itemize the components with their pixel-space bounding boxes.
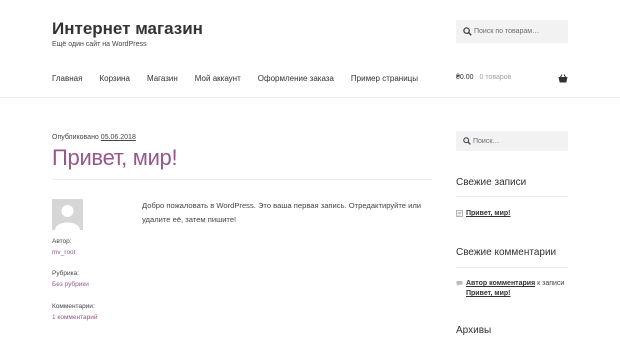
cart-count: 0 товаров	[479, 74, 512, 81]
document-icon	[456, 210, 463, 217]
comments-label: Комментарии:	[52, 303, 95, 310]
comment-post-link[interactable]: Привет, мир!	[466, 290, 511, 297]
post-date-link[interactable]: 05.06.2018	[101, 134, 136, 141]
nav-item-checkout[interactable]: Оформление заказа	[258, 74, 334, 83]
nav-item-my-account[interactable]: Мой аккаунт	[195, 74, 241, 83]
avatar-placeholder-icon	[52, 199, 83, 230]
author-label: Автор:	[52, 238, 72, 245]
recent-comments-title: Свежие комментарии	[456, 247, 557, 258]
header-product-search[interactable]	[456, 20, 568, 43]
author-avatar	[52, 199, 83, 230]
post-content: Добро пожаловать в WordPress. Это ваша п…	[142, 201, 422, 224]
category-label: Рубрика:	[52, 270, 80, 277]
main-navigation: Главная Корзина Магазин Мой аккаунт Офор…	[52, 74, 435, 83]
widget-divider	[456, 196, 568, 197]
site-description: Ещё один сайт на WordPress	[52, 41, 147, 48]
post-divider	[52, 179, 432, 180]
comment-author-link[interactable]: Автор комментария	[466, 280, 535, 287]
site-title[interactable]: Интернет магазин	[52, 19, 203, 39]
product-search-input[interactable]	[474, 20, 566, 43]
nav-item-shop[interactable]: Магазин	[147, 74, 178, 83]
recent-post-link[interactable]: Привет, мир!	[466, 210, 511, 217]
sidebar-search[interactable]	[456, 131, 568, 151]
comments-link[interactable]: 1 комментарий	[52, 314, 98, 321]
category-link[interactable]: Без рубрики	[52, 281, 89, 288]
nav-item-home[interactable]: Главная	[52, 74, 82, 83]
archives-title: Архивы	[456, 325, 492, 336]
recent-post-item: Привет, мир!	[456, 209, 568, 219]
search-icon	[463, 27, 472, 36]
comment-connector: к записи	[537, 280, 565, 287]
nav-item-cart[interactable]: Корзина	[99, 74, 129, 83]
recent-comment-item: Автор комментария к записи Привет, мир!	[456, 279, 568, 299]
cart-amount: ₴0.00	[456, 74, 474, 81]
header-cart[interactable]: ₴0.00 0 товаров	[456, 74, 568, 84]
search-icon	[463, 137, 471, 145]
comment-icon	[456, 281, 463, 287]
nav-item-sample-page[interactable]: Пример страницы	[351, 74, 418, 83]
header-divider	[0, 97, 620, 98]
post-date-prefix: Опубликовано	[52, 134, 99, 141]
recent-posts-title: Свежие записи	[456, 177, 527, 188]
basket-icon	[558, 74, 568, 83]
post-title[interactable]: Привет, мир!	[52, 145, 178, 171]
post-date: Опубликовано 05.06.2018	[52, 134, 136, 141]
author-link[interactable]: mv_root	[52, 249, 75, 256]
sidebar-search-input[interactable]	[473, 131, 565, 151]
widget-divider	[456, 267, 568, 268]
